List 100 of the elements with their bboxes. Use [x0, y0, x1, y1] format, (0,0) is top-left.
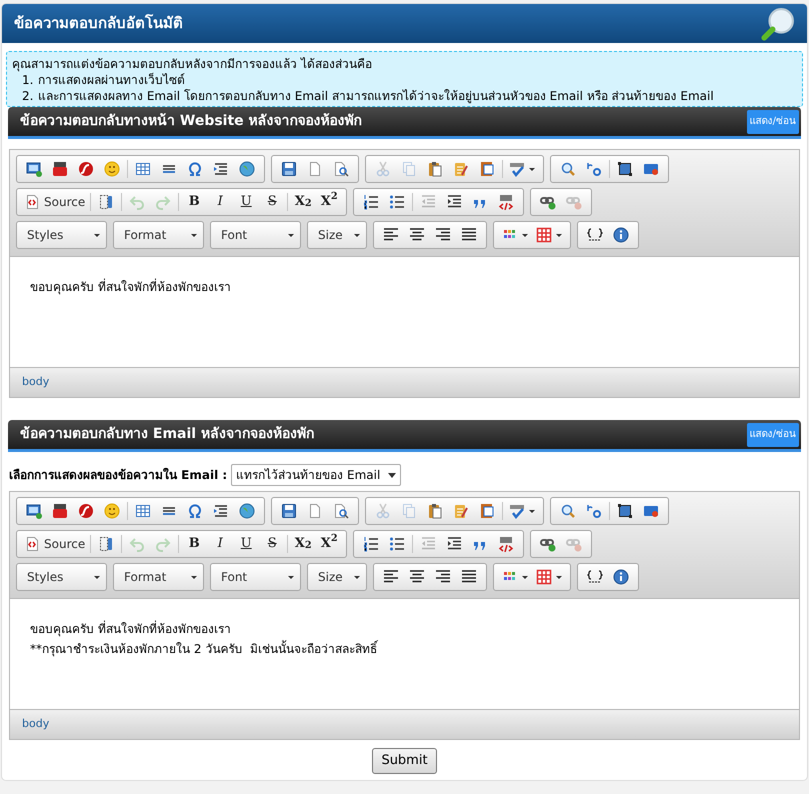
format-button[interactable]: S	[259, 192, 286, 212]
content-line: ขอบคุณครับ ที่สนใจพักที่ห้องพักของเรา	[30, 278, 232, 296]
show-blocks-icon[interactable]	[98, 536, 114, 552]
format-button[interactable]: X$^{2}$	[316, 534, 342, 554]
spellcheck-icon[interactable]	[509, 503, 525, 519]
flash-icon[interactable]	[78, 161, 94, 177]
toolbar-dropdown[interactable]: Format	[113, 563, 204, 591]
preview-icon[interactable]	[333, 503, 349, 519]
smiley-icon[interactable]	[104, 503, 120, 519]
save-icon[interactable]	[281, 161, 297, 177]
align-left-icon[interactable]	[383, 569, 399, 585]
preview-icon[interactable]	[333, 161, 349, 177]
spellcheck-icon[interactable]	[509, 161, 525, 177]
align-center-icon[interactable]	[409, 569, 425, 585]
magnifier-icon[interactable]	[560, 161, 576, 177]
caret-icon[interactable]	[529, 168, 535, 170]
paste-text-icon[interactable]	[453, 503, 469, 519]
toolbar-dropdown[interactable]: Format	[113, 221, 204, 249]
bulleted-list-icon[interactable]	[389, 536, 406, 552]
code-braces-icon[interactable]	[587, 227, 603, 243]
caret-icon[interactable]	[529, 510, 535, 512]
table-grid-icon[interactable]	[536, 227, 552, 243]
document-icon[interactable]	[479, 161, 495, 177]
table-grid-icon[interactable]	[536, 569, 552, 585]
globe-icon[interactable]	[239, 161, 255, 177]
format-button[interactable]: B	[181, 534, 208, 554]
image-icon[interactable]	[26, 503, 42, 519]
list-number: 2.	[22, 88, 34, 104]
search-icon[interactable]	[761, 6, 795, 40]
flash-icon[interactable]	[78, 503, 94, 519]
format-button[interactable]: X$_{2}$	[290, 534, 316, 554]
page-break-icon[interactable]	[213, 503, 229, 519]
globe-icon[interactable]	[239, 503, 255, 519]
toolbar-dropdown[interactable]: Size	[307, 221, 367, 249]
bulleted-list-icon[interactable]	[389, 194, 406, 210]
justify-icon[interactable]	[461, 569, 477, 585]
omega-icon[interactable]	[187, 161, 203, 177]
caret-icon[interactable]	[556, 234, 562, 236]
link-icon[interactable]	[540, 194, 556, 210]
info-icon[interactable]	[613, 569, 629, 585]
format-button[interactable]: I	[207, 534, 234, 554]
info-item: การแสดงผลผ่านทางเว็บไซต์	[38, 72, 185, 88]
align-right-icon[interactable]	[435, 569, 451, 585]
justify-icon[interactable]	[461, 227, 477, 243]
save-icon[interactable]	[281, 503, 297, 519]
magnifier-icon[interactable]	[560, 503, 576, 519]
option-label: เลือกการแสดงผลของข้อความใน Email :	[9, 466, 228, 484]
numbered-list-icon[interactable]	[363, 194, 380, 210]
table-icon[interactable]	[135, 503, 151, 519]
div-icon[interactable]	[498, 536, 514, 552]
source-icon	[24, 536, 40, 552]
select-all-icon[interactable]	[617, 503, 633, 519]
element-path[interactable]: body	[22, 374, 50, 391]
caret-icon[interactable]	[522, 234, 528, 236]
code-braces-icon[interactable]	[587, 569, 603, 585]
numbered-list-icon[interactable]	[363, 536, 380, 552]
link-icon[interactable]	[540, 536, 556, 552]
clipboard-icon[interactable]	[427, 503, 443, 519]
source-button[interactable]: Source	[21, 193, 88, 211]
format-button[interactable]: U	[233, 534, 260, 554]
new-page-icon[interactable]	[307, 161, 323, 177]
document-icon[interactable]	[479, 503, 495, 519]
align-right-icon[interactable]	[435, 227, 451, 243]
new-page-icon[interactable]	[307, 503, 323, 519]
table-icon[interactable]	[135, 161, 151, 177]
submit-button[interactable]: Submit	[372, 748, 437, 774]
format-button[interactable]: X$_{2}$	[290, 192, 316, 212]
info-text: คุณสามารถแต่งข้อความตอบกลับหลังจากมีการจองแล้ว ได้สองส่วนคือ	[12, 57, 373, 72]
info-item: และการแสดงผลทาง Email โดยการตอบกลับทาง Email สามารถแทรกได้ว่าจะให้อยู่บนส่วนหัวของ Email หรือ ส่วนท้ายของ Email	[38, 88, 714, 104]
toolbar-dropdown[interactable]: Size	[307, 563, 367, 591]
format-button[interactable]: I	[207, 192, 234, 212]
format-button[interactable]: B	[181, 192, 208, 212]
format-button[interactable]: U	[233, 192, 260, 212]
clipboard-icon[interactable]	[427, 161, 443, 177]
display-select[interactable]: แทรกไว้ส่วนท้ายของ Email	[231, 464, 402, 486]
omega-icon[interactable]	[187, 503, 203, 519]
info-icon[interactable]	[613, 227, 629, 243]
paste-text-icon[interactable]	[453, 161, 469, 177]
caret-icon[interactable]	[556, 576, 562, 578]
toolbar-dropdown[interactable]: Styles	[16, 221, 107, 249]
element-path[interactable]: body	[22, 716, 50, 733]
align-center-icon[interactable]	[409, 227, 425, 243]
select-all-icon[interactable]	[617, 161, 633, 177]
list-number: 1.	[22, 72, 34, 88]
indent-icon[interactable]	[446, 194, 462, 210]
indent-icon[interactable]	[446, 536, 462, 552]
source-button[interactable]: Source	[21, 535, 88, 553]
toolbar-dropdown[interactable]: Font	[210, 563, 301, 591]
smiley-icon[interactable]	[104, 161, 120, 177]
toolbar-dropdown[interactable]: Font	[210, 221, 301, 249]
div-icon[interactable]	[498, 194, 514, 210]
caret-icon[interactable]	[522, 576, 528, 578]
page-break-icon[interactable]	[213, 161, 229, 177]
section-title: ข้อความตอบกลับทาง Email หลังจากจองห้องพัก	[20, 425, 314, 444]
show-blocks-icon[interactable]	[98, 194, 114, 210]
align-left-icon[interactable]	[383, 227, 399, 243]
format-button[interactable]: S	[259, 534, 286, 554]
toolbar-dropdown[interactable]: Styles	[16, 563, 107, 591]
format-button[interactable]: X$^{2}$	[316, 192, 342, 212]
image-icon[interactable]	[26, 161, 42, 177]
